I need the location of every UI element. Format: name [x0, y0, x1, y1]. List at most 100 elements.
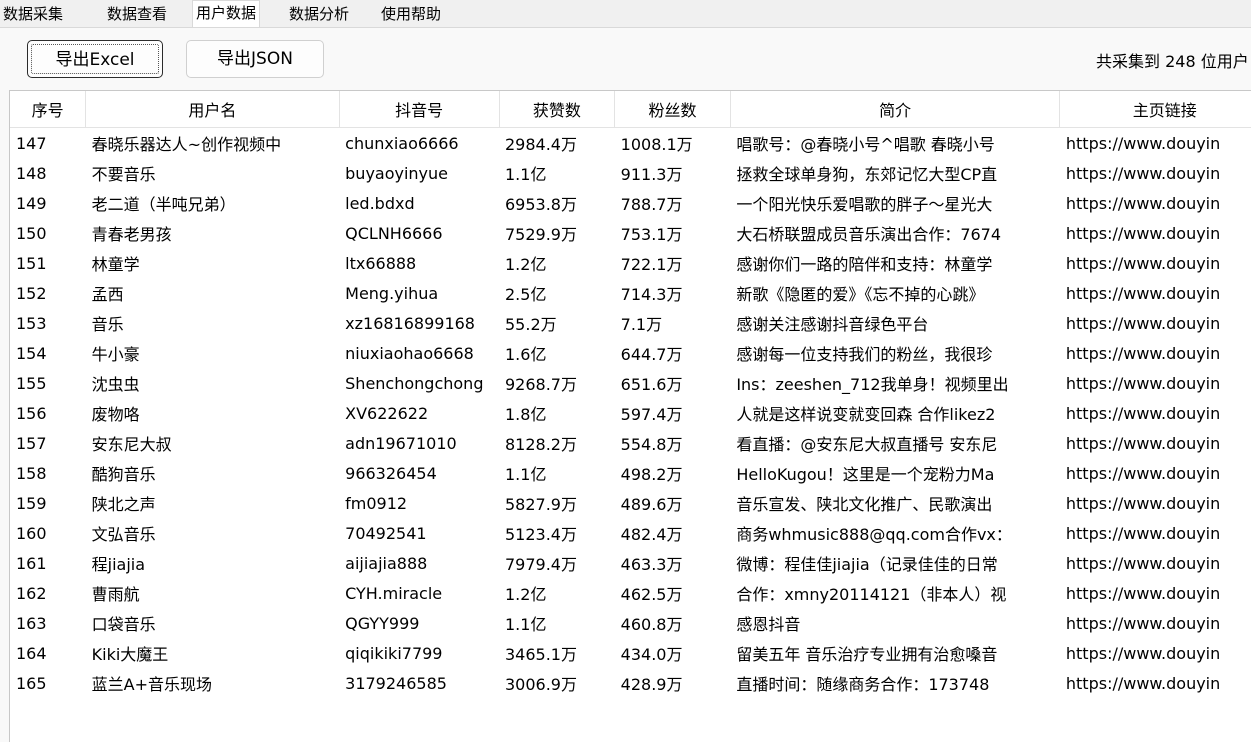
- cell-index: 156: [16, 403, 47, 423]
- table-row[interactable]: 163 口袋音乐 QGYY999 1.1亿 460.8万 感恩抖音 https://www.…: [10, 608, 1251, 638]
- table-row[interactable]: 148 不要音乐 buyaoyinyue 1.1亿 911.3万 拯救全球单身狗，东郊记忆…: [10, 158, 1251, 188]
- cell-followers: 714.3万: [620, 285, 683, 304]
- cell-douyin-id: buyaoyinyue: [345, 163, 449, 183]
- cell-username: 安东尼大叔: [91, 435, 172, 454]
- table-row[interactable]: 150 青春老男孩 QCLNH6666 7529.9万 753.1万 大石桥联盟成员音乐演…: [10, 218, 1251, 248]
- user-table-container[interactable]: 序号 用户名 抖音号 获赞数 粉丝数 简介 主页链接 147 春晓乐器达人~创作视频中 chun…: [9, 90, 1251, 742]
- cell-homepage-link: https://www.douyin: [1065, 343, 1221, 363]
- cell-bio: 唱歌号：@春晓小号^唱歌 春晓小号: [736, 135, 995, 154]
- export-json-button[interactable]: 导出JSON: [186, 40, 324, 78]
- cell-followers: 644.7万: [620, 345, 683, 364]
- cell-homepage-link: https://www.douyin: [1065, 403, 1221, 423]
- cell-index: 151: [16, 253, 47, 273]
- tab-help[interactable]: 使用帮助: [378, 2, 444, 27]
- column-header[interactable]: 抖音号: [339, 91, 500, 128]
- cell-homepage-link: https://www.douyin: [1065, 193, 1221, 213]
- cell-username: 音乐: [91, 315, 124, 334]
- cell-index: 155: [16, 373, 47, 393]
- cell-likes: 9268.7万: [505, 375, 577, 394]
- cell-followers: 597.4万: [620, 405, 683, 424]
- tab-data-view[interactable]: 数据查看: [104, 2, 170, 27]
- cell-followers: 498.2万: [620, 465, 683, 484]
- cell-bio: Ins：zeeshen_712我单身！视频里出: [736, 375, 1009, 394]
- cell-homepage-link: https://www.douyin: [1065, 283, 1221, 303]
- table-row[interactable]: 160 文弘音乐 70492541 5123.4万 482.4万 商务whmusic888…: [10, 518, 1251, 548]
- table-row[interactable]: 164 Kiki大魔王 qiqikiki7799 3465.1万 434.0万 留美五年 …: [10, 638, 1251, 668]
- cell-likes: 5123.4万: [505, 525, 577, 544]
- table-row[interactable]: 165 蓝兰A+音乐现场 3179246585 3006.9万 428.9万 直播时间：随…: [10, 668, 1251, 698]
- table-row[interactable]: 162 曹雨航 CYH.miracle 1.2亿 462.5万 合作：xmny201141…: [10, 578, 1251, 608]
- cell-bio: 商务whmusic888@qq.com合作vx：: [736, 525, 1012, 544]
- table-row[interactable]: 149 老二道（半吨兄弟） led.bdxd 6953.8万 788.7万 一个阳光快乐爱…: [10, 188, 1251, 218]
- cell-bio: 留美五年 音乐治疗专业拥有治愈嗓音: [736, 645, 998, 664]
- cell-followers: 554.8万: [620, 435, 683, 454]
- cell-username: 酷狗音乐: [91, 465, 156, 484]
- cell-username: 程jiajia: [91, 555, 146, 574]
- table-row[interactable]: 159 陕北之声 fm0912 5827.9万 489.6万 音乐宣发、陕北文化推广、民歌…: [10, 488, 1251, 518]
- cell-index: 149: [16, 193, 47, 213]
- tab-user-data[interactable]: 用户数据: [192, 0, 261, 28]
- cell-username: 蓝兰A+音乐现场: [91, 675, 213, 694]
- table-row[interactable]: 147 春晓乐器达人~创作视频中 chunxiao6666 2984.4万 1008.1…: [10, 128, 1251, 159]
- table-row[interactable]: 155 沈虫虫 Shenchongchong 9268.7万 651.6万 Ins：zee…: [10, 368, 1251, 398]
- cell-followers: 482.4万: [620, 525, 683, 544]
- column-header[interactable]: 获赞数: [499, 91, 616, 128]
- column-header[interactable]: 简介: [730, 91, 1061, 128]
- column-header[interactable]: 主页链接: [1059, 91, 1251, 128]
- cell-douyin-id: CYH.miracle: [345, 583, 443, 603]
- cell-homepage-link: https://www.douyin: [1065, 433, 1221, 453]
- table-row[interactable]: 158 酷狗音乐 966326454 1.1亿 498.2万 HelloKugou！这里是…: [10, 458, 1251, 488]
- cell-followers: 460.8万: [620, 615, 683, 634]
- cell-followers: 428.9万: [620, 675, 683, 694]
- cell-homepage-link: https://www.douyin: [1065, 553, 1221, 573]
- table-row[interactable]: 156 废物咯 XV622622 1.8亿 597.4万 人就是这样说变就变回森 合作li…: [10, 398, 1251, 428]
- cell-followers: 462.5万: [620, 585, 683, 604]
- cell-likes: 3006.9万: [505, 675, 577, 694]
- cell-bio: 一个阳光快乐爱唱歌的胖子～星光大: [736, 195, 993, 214]
- table-row[interactable]: 154 牛小豪 niuxiaohao6668 1.6亿 644.7万 感谢每一位支持我们的…: [10, 338, 1251, 368]
- cell-bio: 拯救全球单身狗，东郊记忆大型CP直: [736, 165, 998, 184]
- table-row[interactable]: 157 安东尼大叔 adn19671010 8128.2万 554.8万 看直播：@安东尼…: [10, 428, 1251, 458]
- cell-homepage-link: https://www.douyin: [1065, 163, 1221, 183]
- cell-username: 口袋音乐: [91, 615, 156, 634]
- cell-homepage-link: https://www.douyin: [1065, 643, 1221, 663]
- cell-homepage-link: https://www.douyin: [1065, 583, 1221, 603]
- cell-bio: 直播时间：随缘商务合作：173748: [736, 675, 990, 694]
- table-row[interactable]: 151 林童学 ltx66888 1.2亿 722.1万 感谢你们一路的陪伴和支持：林童学…: [10, 248, 1251, 278]
- table-body: 147 春晓乐器达人~创作视频中 chunxiao6666 2984.4万 1008.1…: [10, 128, 1251, 699]
- cell-douyin-id: fm0912: [345, 493, 408, 513]
- cell-bio: 感恩抖音: [736, 615, 801, 634]
- table-row[interactable]: 152 孟西 Meng.yihua 2.5亿 714.3万 新歌《隐匿的爱》《忘不掉的心跳…: [10, 278, 1251, 308]
- cell-username: 文弘音乐: [91, 525, 156, 544]
- tab-data-collection[interactable]: 数据采集: [0, 2, 66, 27]
- table-row[interactable]: 161 程jiajia aijiajia888 7979.4万 463.3万 微博：程佳佳…: [10, 548, 1251, 578]
- cell-bio: HelloKugou！这里是一个宠粉力Ma: [736, 465, 995, 484]
- cell-likes: 3465.1万: [505, 645, 577, 664]
- cell-username: 林童学: [91, 255, 140, 274]
- tab-data-analysis[interactable]: 数据分析: [286, 2, 352, 27]
- cell-douyin-id: Shenchongchong: [345, 373, 484, 393]
- cell-homepage-link: https://www.douyin: [1065, 493, 1221, 513]
- export-excel-button[interactable]: 导出Excel: [27, 40, 163, 78]
- cell-followers: 788.7万: [620, 195, 683, 214]
- user-data-panel: 导出Excel 导出JSON 共采集到 248 位用户 序号 用户名 抖音号 获赞数粉…: [0, 28, 1251, 742]
- cell-douyin-id: 3179246585: [345, 673, 447, 693]
- cell-username: 陕北之声: [91, 495, 156, 514]
- cell-douyin-id: XV622622: [345, 403, 429, 423]
- cell-douyin-id: ltx66888: [345, 253, 417, 273]
- table-row[interactable]: 153 音乐 xz16816899168 55.2万 7.1万 感谢关注感谢抖音绿色平台 h…: [10, 308, 1251, 338]
- cell-homepage-link: https://www.douyin: [1065, 223, 1221, 243]
- cell-douyin-id: QCLNH6666: [345, 223, 443, 243]
- column-header[interactable]: 用户名: [85, 91, 340, 128]
- cell-index: 161: [16, 553, 47, 573]
- cell-homepage-link: https://www.douyin: [1065, 673, 1221, 693]
- cell-username: 春晓乐器达人~创作视频中: [91, 135, 282, 154]
- column-header[interactable]: 序号: [10, 91, 87, 128]
- column-header[interactable]: 粉丝数: [614, 91, 731, 128]
- cell-username: 沈虫虫: [91, 375, 140, 394]
- cell-homepage-link: https://www.douyin: [1065, 523, 1221, 543]
- cell-followers: 463.3万: [620, 555, 683, 574]
- cell-followers: 7.1万: [620, 315, 663, 334]
- cell-bio: 音乐宣发、陕北文化推广、民歌演出: [736, 495, 993, 514]
- cell-bio: 合作：xmny20114121（非本人）视: [736, 585, 1007, 604]
